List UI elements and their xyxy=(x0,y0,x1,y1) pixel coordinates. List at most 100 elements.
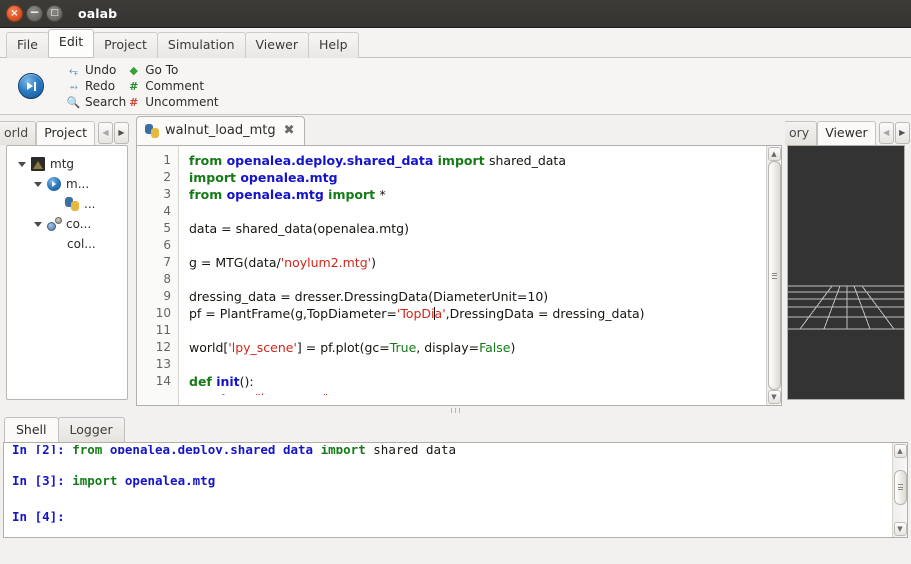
minimize-icon: − xyxy=(29,5,40,19)
tree-item-label: co... xyxy=(66,217,92,231)
shell-vertical-scrollbar[interactable]: ▲ ▼ xyxy=(892,443,907,537)
scroll-thumb[interactable] xyxy=(893,469,907,506)
redo-icon: ⥇ xyxy=(69,79,78,93)
maximize-icon: □ xyxy=(50,8,59,18)
line-number: 13 xyxy=(155,357,171,371)
tab-scroll-right-button[interactable]: ▶ xyxy=(113,122,129,144)
line-number: 5 xyxy=(163,221,171,235)
scroll-thumb[interactable] xyxy=(767,161,781,390)
project-tree-panel[interactable]: mtg m... ... co... col... xyxy=(6,145,128,400)
menu-item-help[interactable]: Help xyxy=(308,32,359,58)
toolbar-column-goto-group: ◆ Go To # Comment # Uncomment xyxy=(126,62,219,110)
window-title: oalab xyxy=(78,6,118,21)
code-line: def init(): xyxy=(189,374,254,389)
tree-item-python-file[interactable]: ... xyxy=(13,194,123,214)
tab-viewer[interactable]: Viewer xyxy=(817,121,876,145)
scroll-track[interactable] xyxy=(893,458,907,522)
editor-tab-walnut-load-mtg[interactable]: walnut_load_mtg ✖ xyxy=(136,116,305,145)
tree-item-color[interactable]: col... xyxy=(13,234,123,254)
scroll-down-button[interactable]: ▼ xyxy=(767,390,781,404)
code-text-area[interactable]: from openalea.deploy.shared_data import … xyxy=(179,146,766,405)
tree-item-model[interactable]: m... xyxy=(13,174,123,194)
chevron-right-icon: ▶ xyxy=(118,128,125,137)
toolbar-comment-label: Comment xyxy=(145,79,205,93)
code-line: from openalea.mtg import * xyxy=(189,187,386,202)
code-line: dressing_data = dresser.DressingData(Dia… xyxy=(189,289,549,304)
tree-item-label: ... xyxy=(84,197,96,211)
toolbar-redo-button[interactable]: ⥇ Redo xyxy=(66,78,126,94)
menu-item-file[interactable]: File xyxy=(6,32,49,58)
toolbar-undo-button[interactable]: ⥆ Undo xyxy=(66,62,126,78)
tree-item-mtg[interactable]: mtg xyxy=(13,154,123,174)
horizontal-splitter[interactable] xyxy=(0,406,911,414)
scroll-down-button[interactable]: ▼ xyxy=(893,522,907,536)
toolbar-redo-label: Redo xyxy=(85,79,116,93)
tree-item-control[interactable]: co... xyxy=(13,214,123,234)
line-number: 9 xyxy=(163,289,171,303)
line-number: 12 xyxy=(155,340,171,354)
tree-icon xyxy=(29,157,47,171)
bottom-tabstrip: Shell Logger xyxy=(0,414,911,442)
3d-viewer-canvas[interactable] xyxy=(787,145,905,400)
scroll-track[interactable] xyxy=(767,161,781,390)
menu-item-project[interactable]: Project xyxy=(93,32,158,58)
uncomment-icon: # xyxy=(129,95,139,109)
tab-scroll-right-button[interactable]: ▶ xyxy=(894,122,910,144)
code-line: g = MTG(data/'noylum2.mtg') xyxy=(189,255,376,270)
toolbar-search-label: Search xyxy=(85,95,127,109)
arrow-up-icon: ▲ xyxy=(897,446,903,455)
code-line: pf = PlantFrame(g,TopDiameter='TopDia',D… xyxy=(189,306,645,321)
menu-item-edit[interactable]: Edit xyxy=(47,29,95,57)
toolbar-undo-label: Undo xyxy=(85,63,117,77)
arrow-down-icon: ▼ xyxy=(897,524,903,533)
editor-vertical-scrollbar[interactable]: ▲ ▼ xyxy=(766,146,781,405)
tab-history[interactable]: ory xyxy=(785,121,818,145)
line-number: 8 xyxy=(163,272,171,286)
bottom-panel: Shell Logger In [2]: from openalea.deplo… xyxy=(0,414,911,541)
line-number: 4 xyxy=(163,204,171,218)
line-number: 11 xyxy=(155,323,171,337)
shell-output[interactable]: In [2]: from openalea.deploy.shared_data… xyxy=(4,443,892,537)
toolbar-goto-label: Go To xyxy=(145,63,179,77)
run-button[interactable] xyxy=(18,73,44,99)
tab-world[interactable]: orld xyxy=(0,121,37,145)
line-number: 2 xyxy=(163,170,171,184)
shell-line: In [3]: import openalea.mtg xyxy=(12,473,216,488)
scroll-up-button[interactable]: ▲ xyxy=(767,147,781,161)
tab-project[interactable]: Project xyxy=(36,121,95,145)
menu-item-viewer[interactable]: Viewer xyxy=(244,32,310,58)
right-dock: ory Viewer ◀ ▶ xyxy=(785,115,911,406)
window-maximize-button[interactable]: □ xyxy=(46,5,63,22)
line-number: 14 xyxy=(155,374,171,388)
tab-shell[interactable]: Shell xyxy=(4,417,59,442)
run-icon xyxy=(26,82,33,90)
toolbar-goto-button[interactable]: ◆ Go To xyxy=(126,62,218,78)
expand-caret-icon[interactable] xyxy=(31,181,45,187)
toolbar-comment-button[interactable]: # Comment xyxy=(126,78,218,94)
tab-logger[interactable]: Logger xyxy=(57,417,125,442)
toolbar-search-button[interactable]: 🔍 Search xyxy=(66,94,127,110)
tab-scroll-left-button[interactable]: ◀ xyxy=(878,122,894,144)
menu-bar: File Edit Project Simulation Viewer Help xyxy=(0,28,911,58)
run-icon xyxy=(45,177,63,191)
code-line: import openalea.mtg xyxy=(189,170,338,185)
window-minimize-button[interactable]: − xyxy=(26,5,43,22)
menu-item-simulation[interactable]: Simulation xyxy=(156,32,246,58)
python-icon xyxy=(145,123,159,138)
python-shell[interactable]: In [2]: from openalea.deploy.shared_data… xyxy=(3,442,908,538)
expand-caret-icon[interactable] xyxy=(15,161,29,167)
expand-caret-icon[interactable] xyxy=(31,221,45,227)
chevron-left-icon: ◀ xyxy=(102,128,109,137)
close-icon[interactable]: ✖ xyxy=(284,124,295,137)
splitter-grip-icon xyxy=(450,407,462,413)
tab-scroll-left-button[interactable]: ◀ xyxy=(97,122,113,144)
toolbar-uncomment-button[interactable]: # Uncomment xyxy=(126,94,219,110)
code-editor[interactable]: 1 2 3 4 5 6 7 8 9 10 11 12 13 14 from op… xyxy=(136,145,782,406)
scroll-up-button[interactable]: ▲ xyxy=(893,444,907,458)
window-close-button[interactable]: × xyxy=(6,5,23,22)
